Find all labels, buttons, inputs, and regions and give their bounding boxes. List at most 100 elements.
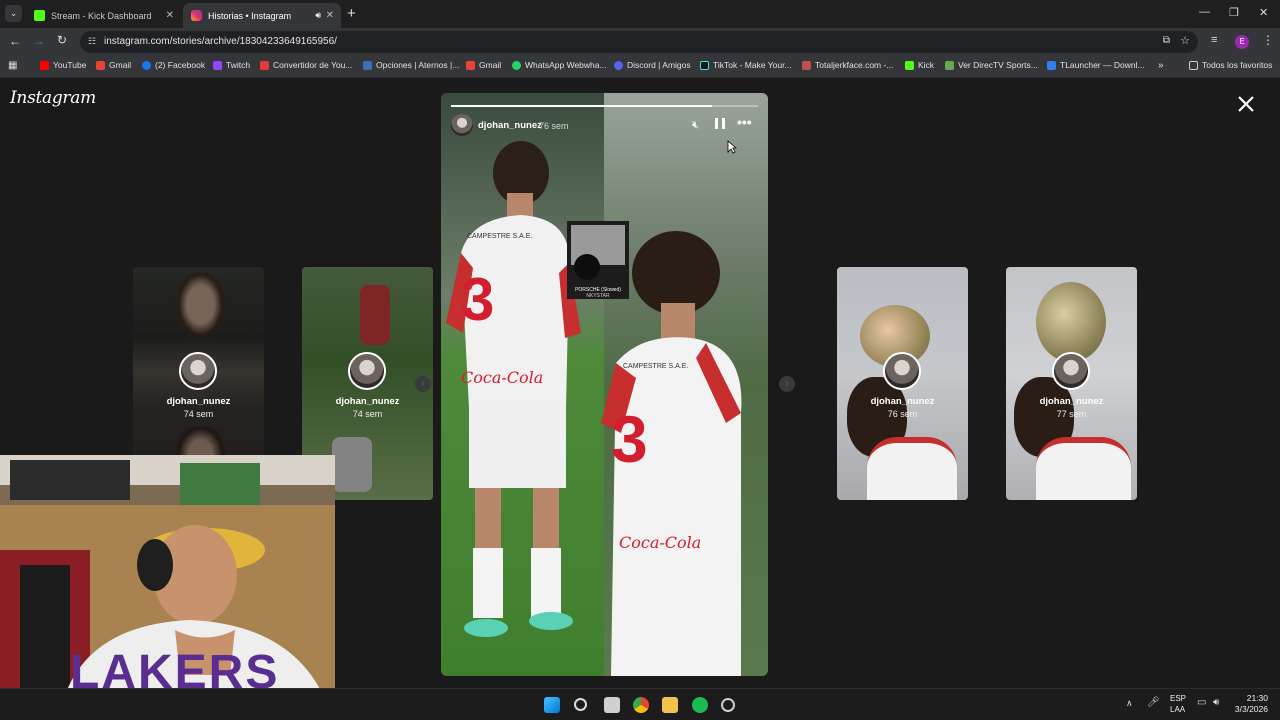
preview-time: 74 sem	[183, 409, 214, 419]
more-options-icon[interactable]: •••	[737, 114, 752, 130]
profile-avatar[interactable]: E	[1235, 35, 1249, 49]
instagram-logo[interactable]: Instagram	[10, 88, 96, 108]
close-window-icon[interactable]: ✕	[1259, 6, 1268, 19]
lang-line2: LAA	[1170, 705, 1186, 714]
bookmark-whatsapp[interactable]: WhatsApp Webwha...	[512, 60, 607, 70]
menu-icon[interactable]: ⋮	[1262, 33, 1274, 47]
story-progress-track	[451, 105, 758, 107]
story-media[interactable]: 3 Coca-Cola CAMPESTRE S.A.E. 3 Coca-Cola…	[441, 93, 768, 676]
minimize-icon[interactable]: —	[1199, 6, 1210, 18]
system-tray-chevron-icon[interactable]: ∧	[1126, 698, 1133, 709]
instagram-icon	[191, 10, 202, 21]
bookmark-convertidor[interactable]: Convertidor de You...	[260, 60, 352, 70]
preview-time: 77 sem	[1056, 409, 1087, 419]
start-icon[interactable]	[544, 697, 560, 713]
avatar	[883, 352, 921, 390]
task-view-icon[interactable]	[604, 697, 620, 713]
volume-icon[interactable]: 🔊︎	[1213, 697, 1219, 708]
avatar	[1052, 352, 1090, 390]
tab-instagram-stories[interactable]: Historias • Instagram 🔊︎ ✕	[183, 3, 341, 28]
mute-icon[interactable]: 🔇︎	[692, 119, 699, 132]
bookmark-youtube[interactable]: YouTube	[40, 60, 86, 70]
tab-strip: ⌄ Stream - Kick Dashboard ✕ Historias • …	[0, 0, 1280, 28]
story-author-avatar[interactable]	[451, 114, 473, 136]
media-controls-icon[interactable]: ≡	[1211, 34, 1217, 46]
story-username[interactable]: djohan_nunez	[478, 120, 542, 131]
jersey-number-left: 3	[461, 266, 495, 333]
bookmark-discord[interactable]: Discord | Amigos	[614, 60, 691, 70]
jersey-club-right: CAMPESTRE S.A.E.	[623, 363, 689, 370]
story-preview[interactable]: djohan_nunez 76 sem	[837, 267, 968, 500]
more-bookmarks-icon[interactable]: »	[1158, 60, 1164, 71]
bookmark-facebook[interactable]: (2) Facebook	[142, 60, 205, 70]
install-app-icon[interactable]: ⧉	[1163, 35, 1170, 46]
input-language[interactable]: ESP LAA	[1170, 693, 1186, 715]
chrome-taskbar-icon[interactable]	[633, 697, 649, 713]
bookmarks-bar: ▦ YouTube Gmail (2) Facebook Twitch Conv…	[0, 56, 1280, 78]
close-tab-icon[interactable]: ✕	[326, 10, 334, 21]
bookmark-tiktok[interactable]: TikTok - Make Your...	[700, 60, 792, 70]
bookmark-totaljerkface[interactable]: Totaljerkface.com -...	[802, 60, 893, 70]
preview-username: djohan_nunez	[1039, 396, 1104, 407]
bookmark-star-icon[interactable]: ☆	[1180, 34, 1190, 47]
pause-icon[interactable]	[715, 118, 725, 129]
clock[interactable]: 21:30 3/3/2026	[1235, 693, 1268, 715]
tab-search-button[interactable]: ⌄	[5, 5, 22, 22]
app-icon[interactable]	[721, 698, 735, 712]
forward-icon[interactable]: →	[33, 34, 45, 48]
jersey-number-right: 3	[611, 402, 648, 476]
address-bar[interactable]: ☷ instagram.com/stories/archive/18304233…	[80, 31, 1198, 53]
aternos-icon	[363, 60, 372, 70]
new-tab-button[interactable]: +	[347, 5, 356, 22]
bookmark-gmail[interactable]: Gmail	[96, 60, 131, 70]
facebook-icon	[142, 60, 151, 70]
browser-toolbar: ← → ↻ ☷ instagram.com/stories/archive/18…	[0, 28, 1280, 56]
close-tab-icon[interactable]: ✕	[166, 10, 174, 21]
restore-icon[interactable]: ❐	[1229, 6, 1239, 19]
search-icon[interactable]	[574, 698, 587, 711]
network-icon[interactable]: ▭	[1197, 697, 1206, 708]
bookmark-tlauncher[interactable]: TLauncher — Downl...	[1047, 60, 1145, 70]
tab-kick-dashboard[interactable]: Stream - Kick Dashboard ✕	[26, 3, 181, 28]
back-icon[interactable]: ←	[9, 34, 21, 48]
clock-time: 21:30	[1246, 693, 1268, 703]
totaljerkface-icon	[802, 60, 811, 70]
discord-icon	[614, 60, 623, 70]
story-preview[interactable]: djohan_nunez 77 sem	[1006, 267, 1137, 500]
apps-grid-icon[interactable]: ▦	[8, 60, 17, 71]
all-bookmarks[interactable]: Todos los favoritos	[1189, 60, 1272, 70]
next-story-button[interactable]: ›	[779, 376, 795, 392]
twitch-icon	[213, 60, 222, 70]
tab-title: Historias • Instagram	[208, 10, 292, 21]
music-sticker-artist: NKYSTAR	[586, 293, 610, 299]
preview-time: 76 sem	[887, 409, 918, 419]
spotify-icon[interactable]	[692, 697, 708, 713]
previous-story-button[interactable]: ‹	[415, 376, 431, 392]
bookmark-aternos[interactable]: Opciones | Aternos |...	[363, 60, 459, 70]
gmail-icon	[466, 60, 475, 70]
file-explorer-icon[interactable]	[662, 697, 678, 713]
preview-ball-image	[1036, 282, 1106, 362]
lang-line1: ESP	[1170, 694, 1187, 703]
microphone-icon[interactable]: 🎤︎	[1147, 697, 1160, 708]
story-time: 76 sem	[539, 121, 569, 131]
folder-icon	[1189, 60, 1198, 70]
whatsapp-icon	[512, 60, 521, 70]
tab-audio-icon[interactable]: 🔊︎	[315, 10, 321, 21]
youtube-icon	[40, 60, 49, 70]
bookmark-gmail-2[interactable]: Gmail	[466, 60, 501, 70]
bookmark-twitch[interactable]: Twitch	[213, 60, 250, 70]
gmail-icon	[96, 60, 105, 70]
kick-icon	[34, 10, 45, 21]
mouse-cursor-icon	[727, 140, 737, 154]
bookmark-directv[interactable]: Ver DirecTV Sports...	[945, 60, 1038, 70]
bookmark-kick[interactable]: Kick	[905, 60, 934, 70]
preview-username: djohan_nunez	[335, 396, 400, 407]
url-text: instagram.com/stories/archive/1830423364…	[104, 36, 337, 47]
site-info-icon[interactable]: ☷	[88, 36, 96, 47]
reload-icon[interactable]: ↻	[57, 33, 67, 47]
preview-jersey-image	[867, 437, 957, 500]
directv-icon	[945, 60, 954, 70]
preview-jersey-image	[1036, 437, 1131, 500]
close-icon[interactable]	[1236, 94, 1256, 114]
